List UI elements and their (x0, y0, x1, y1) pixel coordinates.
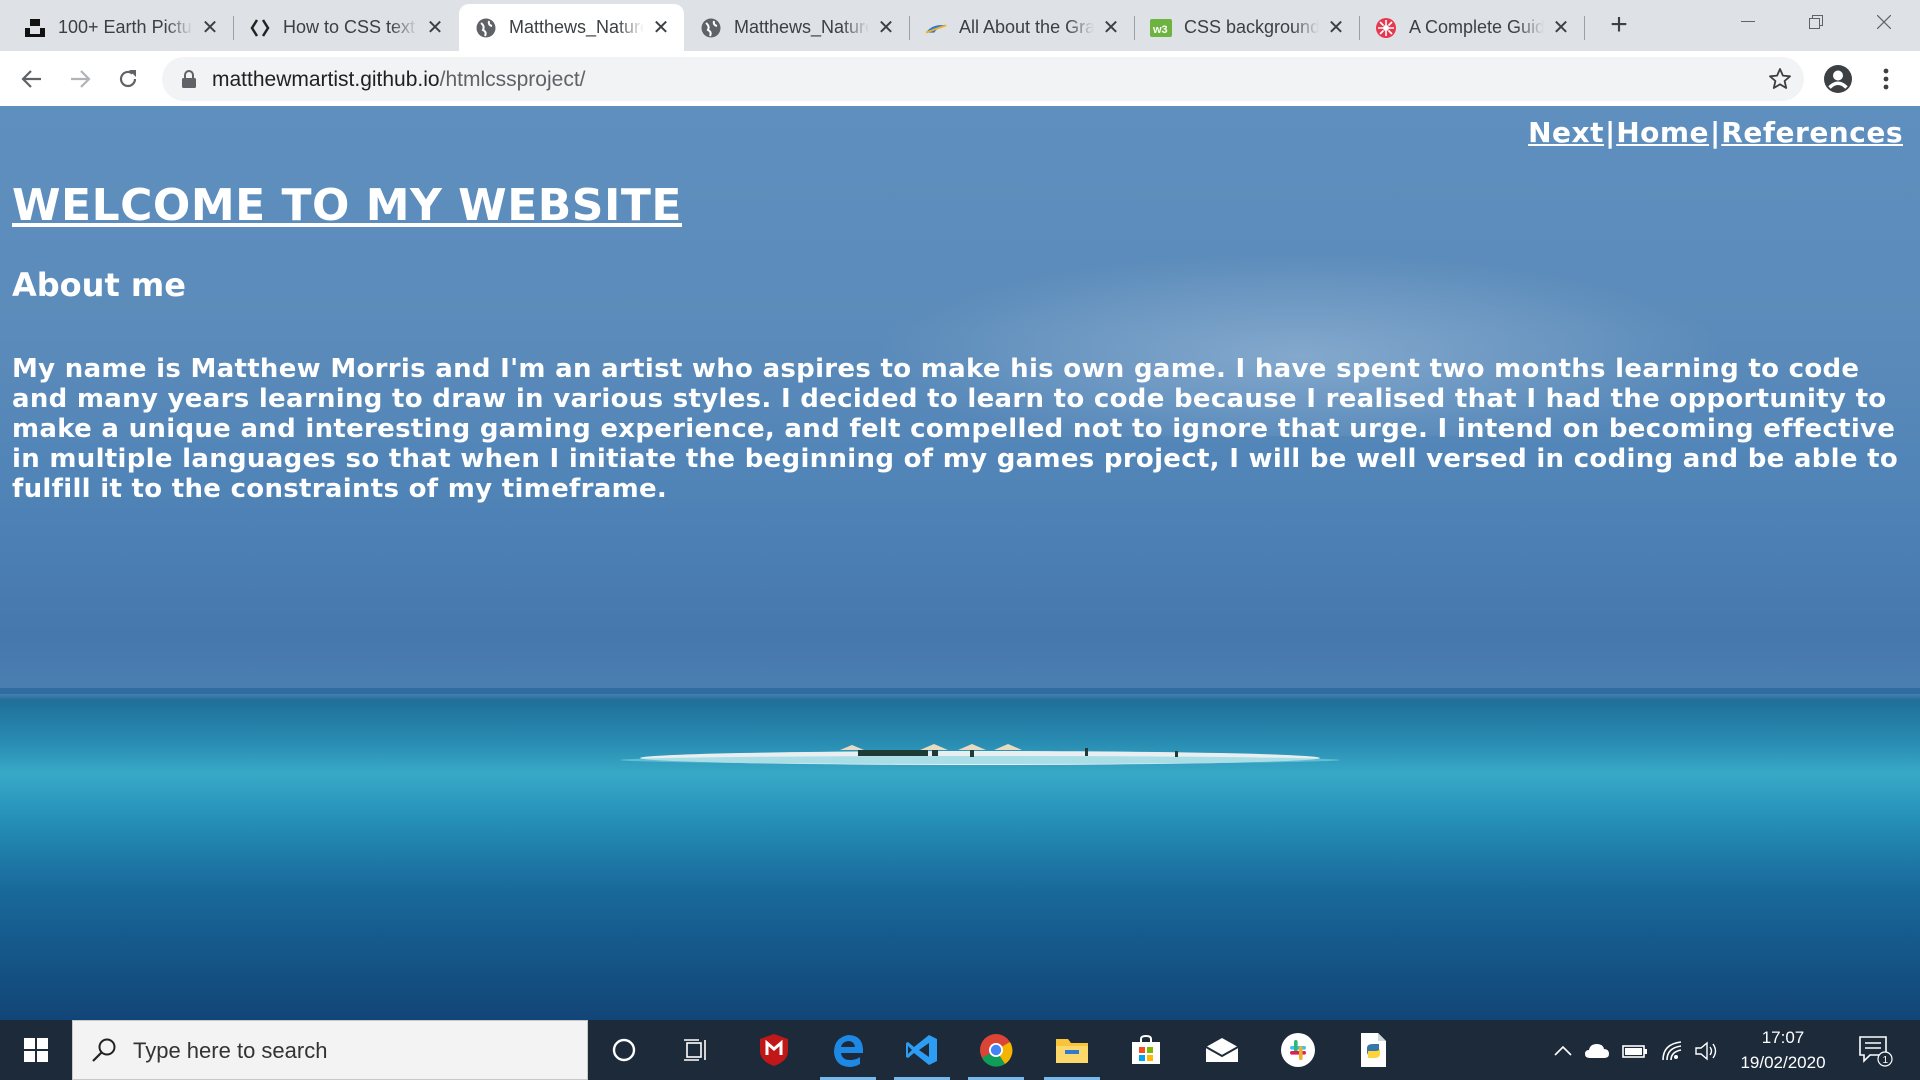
about-paragraph: My name is Matthew Morris and I'm an art… (12, 354, 1899, 504)
bookmark-star-icon[interactable] (1768, 67, 1792, 96)
next-link[interactable]: Next (1527, 116, 1605, 149)
web-page: Next | Home | References WELCOME TO MY W… (0, 106, 1920, 1020)
sea-shading (0, 686, 1920, 1020)
back-arrow-icon[interactable] (14, 61, 50, 97)
tab-title: Matthews_Nature (509, 17, 644, 37)
about-heading: About me (12, 266, 186, 304)
browser-tab-active[interactable]: Matthews_Nature ✕ (459, 4, 684, 51)
globe-icon (700, 17, 722, 39)
menu-kebab-icon[interactable] (1868, 61, 1904, 97)
microsoft-store-icon[interactable] (1110, 1020, 1182, 1080)
tab-separator (1584, 16, 1585, 40)
cortana-icon[interactable] (588, 1020, 660, 1080)
site-nav: Next | Home | References (1527, 116, 1904, 149)
mcafee-icon[interactable] (738, 1020, 810, 1080)
action-center-icon[interactable]: 1 (1856, 1036, 1896, 1067)
svg-text:w3: w3 (1152, 24, 1168, 36)
url-host: matthewmartist.github.io (212, 68, 440, 91)
close-window-button[interactable] (1850, 0, 1918, 44)
browser-tab[interactable]: A Complete Guide ✕ (1359, 4, 1585, 51)
forward-arrow-icon[interactable] (62, 61, 98, 97)
tab-title: CSS background (1184, 17, 1319, 37)
browser-tab[interactable]: How to CSS text ✕ (233, 4, 458, 51)
volume-icon[interactable] (1694, 1038, 1720, 1064)
battery-icon[interactable] (1622, 1038, 1648, 1064)
mail-icon[interactable] (1186, 1020, 1258, 1080)
nav-separator: | (1710, 116, 1721, 149)
search-placeholder: Type here to search (133, 1038, 328, 1063)
browser-tab[interactable]: 100+ Earth Pictures ✕ (8, 4, 234, 51)
url-text[interactable]: matthewmartist.github.io/htmlcssproject/ (212, 68, 585, 92)
close-tab-icon[interactable]: ✕ (1325, 17, 1347, 39)
page-title: WELCOME TO MY WEBSITE (12, 180, 682, 231)
task-view-icon[interactable] (660, 1020, 732, 1080)
slack-icon[interactable] (1262, 1020, 1334, 1080)
profile-avatar-icon[interactable] (1820, 61, 1856, 97)
file-explorer-icon[interactable] (1036, 1020, 1108, 1080)
browser-tab[interactable]: Matthews_Nature ✕ (684, 4, 910, 51)
tab-title: 100+ Earth Pictures (58, 17, 193, 37)
flower-icon (1375, 17, 1397, 39)
browser-tab[interactable]: w3 CSS background ✕ (1134, 4, 1360, 51)
clock-time: 17:07 (1761, 1028, 1805, 1047)
home-link[interactable]: Home (1615, 116, 1710, 149)
unsplash-icon (24, 17, 46, 39)
search-icon (91, 1037, 117, 1068)
close-tab-icon[interactable]: ✕ (1550, 17, 1572, 39)
onedrive-cloud-icon[interactable] (1584, 1038, 1610, 1064)
tab-title: A Complete Guide (1409, 17, 1544, 37)
minimize-button[interactable] (1714, 0, 1782, 44)
address-bar[interactable]: matthewmartist.github.io/htmlcssproject/ (162, 57, 1804, 101)
windows-taskbar: Type here to search 17:07 19/02/2020 1 (0, 1020, 1920, 1080)
restore-button[interactable] (1782, 0, 1850, 44)
globe-icon (475, 17, 497, 39)
css-tricks-icon (249, 17, 271, 39)
notification-count: 1 (1883, 1055, 1889, 1066)
taskbar-search-box[interactable]: Type here to search (72, 1020, 588, 1080)
browser-tab-strip: 100+ Earth Pictures ✕ How to CSS text ✕ … (0, 0, 1920, 51)
vscode-icon[interactable] (886, 1020, 958, 1080)
python-file-icon[interactable] (1338, 1020, 1410, 1080)
windows-start-icon[interactable] (0, 1020, 72, 1080)
browser-toolbar: matthewmartist.github.io/htmlcssproject/ (0, 51, 1920, 106)
clock-date: 19/02/2020 (1740, 1053, 1826, 1072)
new-tab-button[interactable]: + (1603, 8, 1635, 41)
lock-icon[interactable] (182, 70, 196, 93)
references-link[interactable]: References (1720, 116, 1904, 149)
tab-title: All About the Gradient (959, 17, 1094, 37)
close-tab-icon[interactable]: ✕ (875, 17, 897, 39)
close-tab-icon[interactable]: ✕ (424, 17, 446, 39)
tab-title: How to CSS text (283, 17, 416, 37)
close-tab-icon[interactable]: ✕ (1100, 17, 1122, 39)
chrome-icon[interactable] (960, 1020, 1032, 1080)
close-tab-icon[interactable]: ✕ (199, 17, 221, 39)
gradient-icon (925, 17, 947, 39)
island-sandbar (620, 744, 1340, 765)
edge-browser-icon[interactable] (812, 1020, 884, 1080)
show-hidden-icons-chevron-icon[interactable] (1550, 1038, 1576, 1064)
taskbar-clock[interactable]: 17:07 19/02/2020 (1718, 1025, 1848, 1075)
url-path: /htmlcssproject/ (439, 68, 586, 91)
reload-icon[interactable] (110, 61, 146, 97)
tab-title: Matthews_Nature (734, 17, 869, 37)
close-tab-icon[interactable]: ✕ (650, 17, 672, 39)
browser-tab[interactable]: All About the Gradient ✕ (909, 4, 1135, 51)
nav-separator: | (1604, 116, 1616, 149)
wifi-icon[interactable] (1660, 1038, 1686, 1064)
w3schools-icon: w3 (1150, 17, 1172, 39)
